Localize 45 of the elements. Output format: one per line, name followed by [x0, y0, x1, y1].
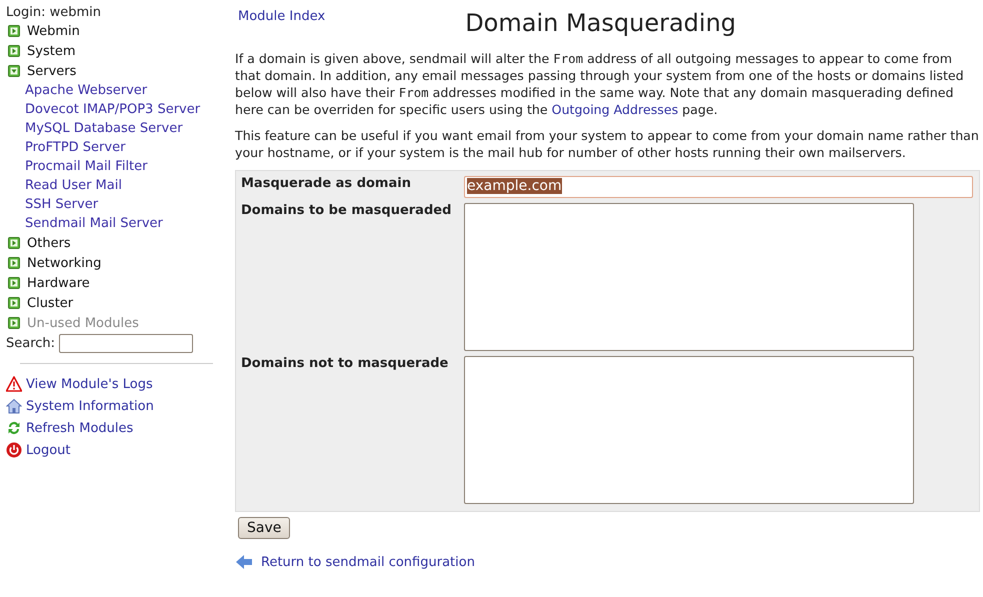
expand-icon[interactable] [8, 237, 20, 249]
return-link[interactable]: Return to sendmail configuration [261, 554, 475, 570]
module-link[interactable]: Read User Mail [6, 176, 213, 195]
module-link[interactable]: Apache Webserver [6, 81, 213, 100]
module-link[interactable]: ProFTPD Server [6, 138, 213, 157]
category-item[interactable]: Cluster [27, 296, 74, 310]
outgoing-addresses-link[interactable]: Outgoing Addresses [552, 102, 678, 117]
expand-icon[interactable] [8, 257, 20, 269]
expand-icon[interactable] [8, 45, 20, 57]
sidebar-link[interactable]: Refresh Modules [26, 420, 134, 436]
sidebar-link[interactable]: View Module's Logs [26, 376, 153, 392]
search-label: Search: [6, 336, 56, 351]
page-title: Domain Masquerading [465, 8, 736, 38]
help-paragraph: This feature can be useful if you want email from your system to appear to come from your domain name rather than your hostname, or if your system is the mail hub for number of other hosts running their own mailservers. [235, 127, 980, 161]
category-item[interactable]: Others [27, 236, 71, 250]
sidebar-link[interactable]: Logout [26, 442, 71, 458]
expand-icon[interactable] [8, 297, 20, 309]
house-icon [6, 398, 22, 414]
domain-field[interactable]: example.com [464, 176, 973, 198]
warning-icon [6, 376, 22, 392]
power-icon [6, 442, 22, 458]
category-item[interactable]: Servers [27, 64, 76, 78]
search-field[interactable] [59, 334, 194, 353]
category-item[interactable]: System [27, 44, 76, 58]
module-link[interactable]: SSH Server [6, 195, 213, 214]
module-link[interactable]: Dovecot IMAP/POP3 Server [6, 100, 213, 119]
field-label: Domains not to masquerade [241, 356, 450, 373]
sidebar-link[interactable]: System Information [26, 398, 154, 414]
collapse-icon[interactable] [8, 65, 20, 77]
expand-icon[interactable] [8, 277, 20, 289]
save-button[interactable]: Save [238, 517, 290, 539]
category-item[interactable]: Networking [27, 256, 102, 270]
module-link[interactable]: Sendmail Mail Server [6, 214, 213, 233]
module-index-link[interactable]: Module Index [238, 9, 326, 24]
module-link[interactable]: Procmail Mail Filter [6, 157, 213, 176]
expand-icon[interactable] [8, 25, 20, 37]
field-label: Domains to be masqueraded [241, 203, 452, 220]
login-label: Login: webmin [6, 4, 102, 21]
help-paragraph: If a domain is given above, sendmail will alter the From address of all outgoing messages to appear to come from that domain. In addition, any email messages passing through your system from one of the hosts or domains listed below will also have their From addresses modified in the same way. Note that any domain masquerading defined here can be overriden for specific users using the Outgoing Addresses page. [235, 50, 965, 118]
refresh-icon [6, 420, 22, 436]
back-arrow-icon [235, 554, 253, 570]
module-link[interactable]: MySQL Database Server [6, 119, 213, 138]
field-label: Masquerade as domain [241, 176, 412, 193]
category-item[interactable]: Hardware [27, 276, 90, 290]
category-item[interactable]: Webmin [27, 24, 80, 38]
